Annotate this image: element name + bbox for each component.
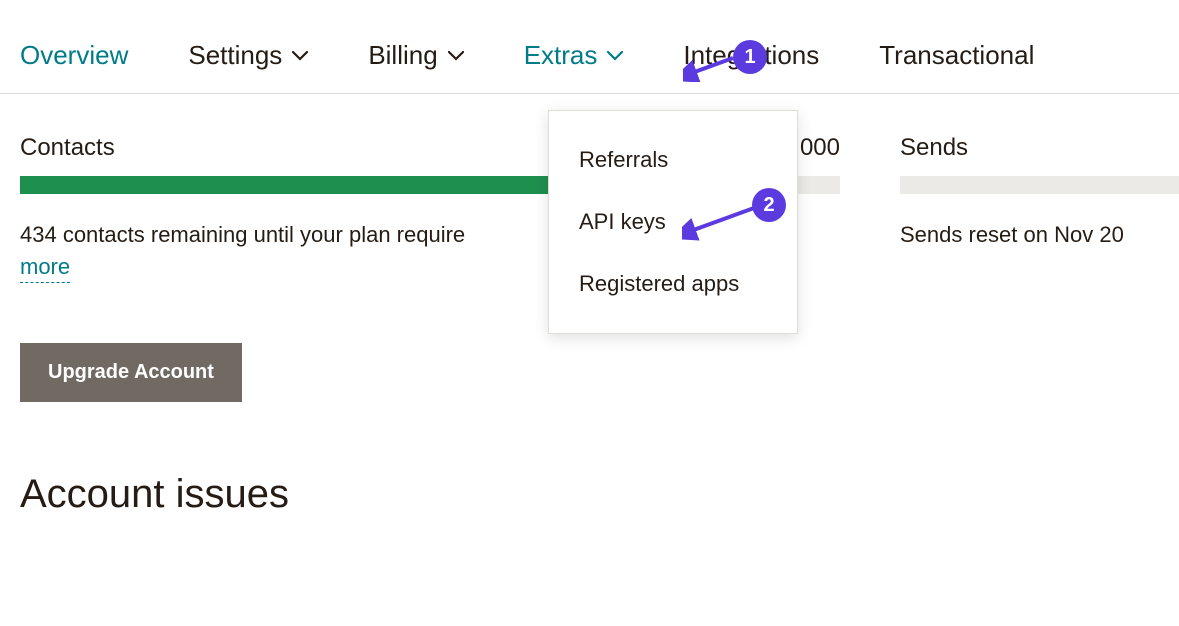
tab-extras[interactable]: Extras [524, 40, 624, 71]
chevron-down-icon [292, 51, 308, 61]
sends-note: Sends reset on Nov 20 [900, 222, 1179, 248]
sends-label: Sends [900, 134, 968, 162]
learn-more-link[interactable]: more [20, 254, 70, 283]
tab-billing[interactable]: Billing [368, 40, 463, 71]
tab-billing-label: Billing [368, 40, 437, 71]
annotation-badge-2: 2 [752, 188, 786, 222]
account-issues-heading: Account issues [20, 472, 1159, 517]
dropdown-item-registered-apps[interactable]: Registered apps [549, 253, 797, 315]
chevron-down-icon [448, 51, 464, 61]
contacts-value: 000 [800, 134, 840, 162]
tab-settings[interactable]: Settings [188, 40, 308, 71]
contacts-progress-fill [20, 176, 553, 194]
tab-transactional[interactable]: Transactional [879, 40, 1034, 71]
annotation-badge-1: 1 [733, 40, 767, 74]
annotation-arrow-2 [682, 202, 762, 242]
dropdown-item-referrals[interactable]: Referrals [549, 129, 797, 191]
tab-extras-label: Extras [524, 40, 598, 71]
sends-progress-bar [900, 176, 1179, 194]
contacts-label: Contacts [20, 134, 115, 162]
sends-header: Sends [900, 134, 1179, 162]
tab-overview[interactable]: Overview [20, 40, 128, 71]
upgrade-account-button[interactable]: Upgrade Account [20, 343, 242, 402]
chevron-down-icon [607, 51, 623, 61]
sends-panel: Sends Sends reset on Nov 20 [900, 134, 1179, 283]
tab-settings-label: Settings [188, 40, 282, 71]
account-tabs: Overview Settings Billing Extras Integra… [0, 0, 1179, 94]
